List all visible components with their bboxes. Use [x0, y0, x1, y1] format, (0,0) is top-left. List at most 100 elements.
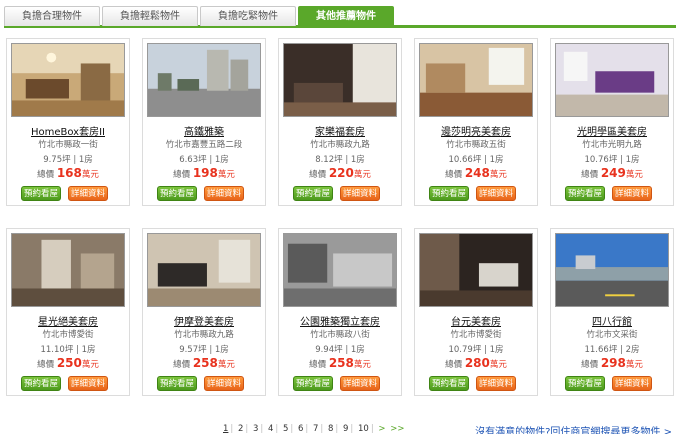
listing-photo[interactable] — [419, 233, 533, 307]
listing-size: 10.66坪 | 1房 — [448, 155, 504, 165]
tab-other-recommended[interactable]: 其他推薦物件 — [298, 6, 394, 26]
book-viewing-button[interactable]: 預約看屋 — [429, 186, 469, 201]
more-listings-link[interactable]: 沒有滿意的物件?回住商官網搜尋更多物件 > — [475, 423, 672, 434]
listing-price-line: 總價 258萬元 — [279, 356, 401, 370]
tab-reasonable[interactable]: 負擔合理物件 — [4, 6, 100, 26]
listing-size: 11.10坪 | 1房 — [40, 345, 96, 355]
listing-price: 250 — [56, 356, 82, 370]
listing-title[interactable]: 伊摩登美套房 — [143, 313, 265, 328]
page-link[interactable]: 3 — [253, 424, 258, 434]
listing-card: 光明學區美套房 竹北市光明九路 10.76坪 | 1房 總價 249萬元 預約看… — [550, 38, 674, 206]
listing-address: 竹北市博愛街 — [450, 330, 502, 340]
listing-photo[interactable] — [11, 43, 125, 117]
price-unit: 萬元 — [81, 170, 99, 180]
details-button[interactable]: 詳細資料 — [340, 186, 380, 201]
book-viewing-button[interactable]: 預約看屋 — [293, 186, 333, 201]
page-link[interactable]: 9 — [343, 424, 348, 434]
book-viewing-button[interactable]: 預約看屋 — [157, 376, 197, 391]
price-prefix: 總價 — [173, 170, 191, 180]
listing-address: 竹北市縣政一街 — [38, 140, 98, 150]
details-button[interactable]: 詳細資料 — [476, 376, 516, 391]
pagination: 1 | 2 | 3 | 4 | 5 | 6 | 7 | 8 | 9 | 10 | > >> — [223, 424, 405, 434]
listing-title[interactable]: HomeBox套房II — [7, 123, 129, 138]
listing-price: 258 — [328, 356, 354, 370]
listing-title[interactable]: 家樂福套房 — [279, 123, 401, 138]
listing-price-line: 總價 168萬元 — [7, 166, 129, 180]
listing-price-line: 總價 248萬元 — [415, 166, 537, 180]
book-viewing-button[interactable]: 預約看屋 — [429, 376, 469, 391]
listing-card: 台元美套房 竹北市博愛街 10.79坪 | 1房 總價 280萬元 預約看屋 詳… — [414, 228, 538, 396]
listing-address: 竹北市光明九路 — [582, 140, 642, 150]
listing-title[interactable]: 邊莎明亮美套房 — [415, 123, 537, 138]
listing-size: 6.63坪 | 1房 — [179, 155, 229, 165]
page-link[interactable]: 6 — [298, 424, 303, 434]
details-button[interactable]: 詳細資料 — [204, 186, 244, 201]
page-link[interactable]: 7 — [313, 424, 318, 434]
listing-photo[interactable] — [283, 233, 397, 307]
listing-address: 竹北市縣政九路 — [310, 140, 370, 150]
page-link[interactable]: 5 — [283, 424, 288, 434]
price-prefix: 總價 — [37, 360, 55, 370]
tab-easy[interactable]: 負擔輕鬆物件 — [102, 6, 198, 26]
listing-card: 邊莎明亮美套房 竹北市縣政五街 10.66坪 | 1房 總價 248萬元 預約看… — [414, 38, 538, 206]
details-button[interactable]: 詳細資料 — [68, 186, 108, 201]
listing-size: 10.79坪 | 1房 — [448, 345, 504, 355]
tab-tight[interactable]: 負擔吃緊物件 — [200, 6, 296, 26]
listing-price-line: 總價 280萬元 — [415, 356, 537, 370]
listing-title[interactable]: 台元美套房 — [415, 313, 537, 328]
listing-address: 竹北市縣政八街 — [310, 330, 370, 340]
book-viewing-button[interactable]: 預約看屋 — [157, 186, 197, 201]
details-button[interactable]: 詳細資料 — [68, 376, 108, 391]
tab-bar: 負擔合理物件 負擔輕鬆物件 負擔吃緊物件 其他推薦物件 — [4, 6, 676, 28]
book-viewing-button[interactable]: 預約看屋 — [565, 376, 605, 391]
last-page-link[interactable]: >> — [390, 424, 404, 434]
details-button[interactable]: 詳細資料 — [612, 186, 652, 201]
listing-title[interactable]: 星光絕美套房 — [7, 313, 129, 328]
listing-price-line: 總價 249萬元 — [551, 166, 673, 180]
details-button[interactable]: 詳細資料 — [612, 376, 652, 391]
book-viewing-button[interactable]: 預約看屋 — [21, 186, 61, 201]
listing-title[interactable]: 四八行館 — [551, 313, 673, 328]
next-page-link[interactable]: > — [378, 424, 385, 434]
listing-photo[interactable] — [419, 43, 533, 117]
listing-card: 公園雅築獨立套房 竹北市縣政八街 9.94坪 | 1房 總價 258萬元 預約看… — [278, 228, 402, 396]
listing-title[interactable]: 高鐵雅築 — [143, 123, 265, 138]
listing-price: 220 — [328, 166, 354, 180]
price-unit: 萬元 — [625, 360, 643, 370]
listing-card: 家樂福套房 竹北市縣政九路 8.12坪 | 1房 總價 220萬元 預約看屋 詳… — [278, 38, 402, 206]
book-viewing-button[interactable]: 預約看屋 — [21, 376, 61, 391]
price-unit: 萬元 — [489, 360, 507, 370]
listing-size: 9.94坪 | 1房 — [315, 345, 365, 355]
listing-title[interactable]: 光明學區美套房 — [551, 123, 673, 138]
listing-price-line: 總價 298萬元 — [551, 356, 673, 370]
listing-card: 高鐵雅築 竹北市嘉豐五路二段 6.63坪 | 1房 總價 198萬元 預約看屋 … — [142, 38, 266, 206]
details-button[interactable]: 詳細資料 — [204, 376, 244, 391]
listing-size: 11.66坪 | 2房 — [584, 345, 640, 355]
page-link[interactable]: 2 — [238, 424, 243, 434]
listing-photo[interactable] — [147, 43, 261, 117]
details-button[interactable]: 詳細資料 — [476, 186, 516, 201]
listing-price: 249 — [600, 166, 626, 180]
listing-photo[interactable] — [11, 233, 125, 307]
book-viewing-button[interactable]: 預約看屋 — [293, 376, 333, 391]
page-link[interactable]: 1 — [223, 424, 228, 434]
price-prefix: 總價 — [445, 170, 463, 180]
listing-photo[interactable] — [283, 43, 397, 117]
price-prefix: 總價 — [309, 360, 327, 370]
page-link[interactable]: 4 — [268, 424, 273, 434]
listing-size: 8.12坪 | 1房 — [315, 155, 365, 165]
book-viewing-button[interactable]: 預約看屋 — [565, 186, 605, 201]
listing-size: 10.76坪 | 1房 — [584, 155, 640, 165]
page-link[interactable]: 8 — [328, 424, 333, 434]
listing-photo[interactable] — [147, 233, 261, 307]
listing-size: 9.57坪 | 1房 — [179, 345, 229, 355]
listing-price: 298 — [600, 356, 626, 370]
listing-photo[interactable] — [555, 43, 669, 117]
details-button[interactable]: 詳細資料 — [340, 376, 380, 391]
price-unit: 萬元 — [625, 170, 643, 180]
listing-photo[interactable] — [555, 233, 669, 307]
page-link[interactable]: 10 — [358, 424, 369, 434]
listing-title[interactable]: 公園雅築獨立套房 — [279, 313, 401, 328]
listing-price: 198 — [192, 166, 218, 180]
price-unit: 萬元 — [353, 170, 371, 180]
